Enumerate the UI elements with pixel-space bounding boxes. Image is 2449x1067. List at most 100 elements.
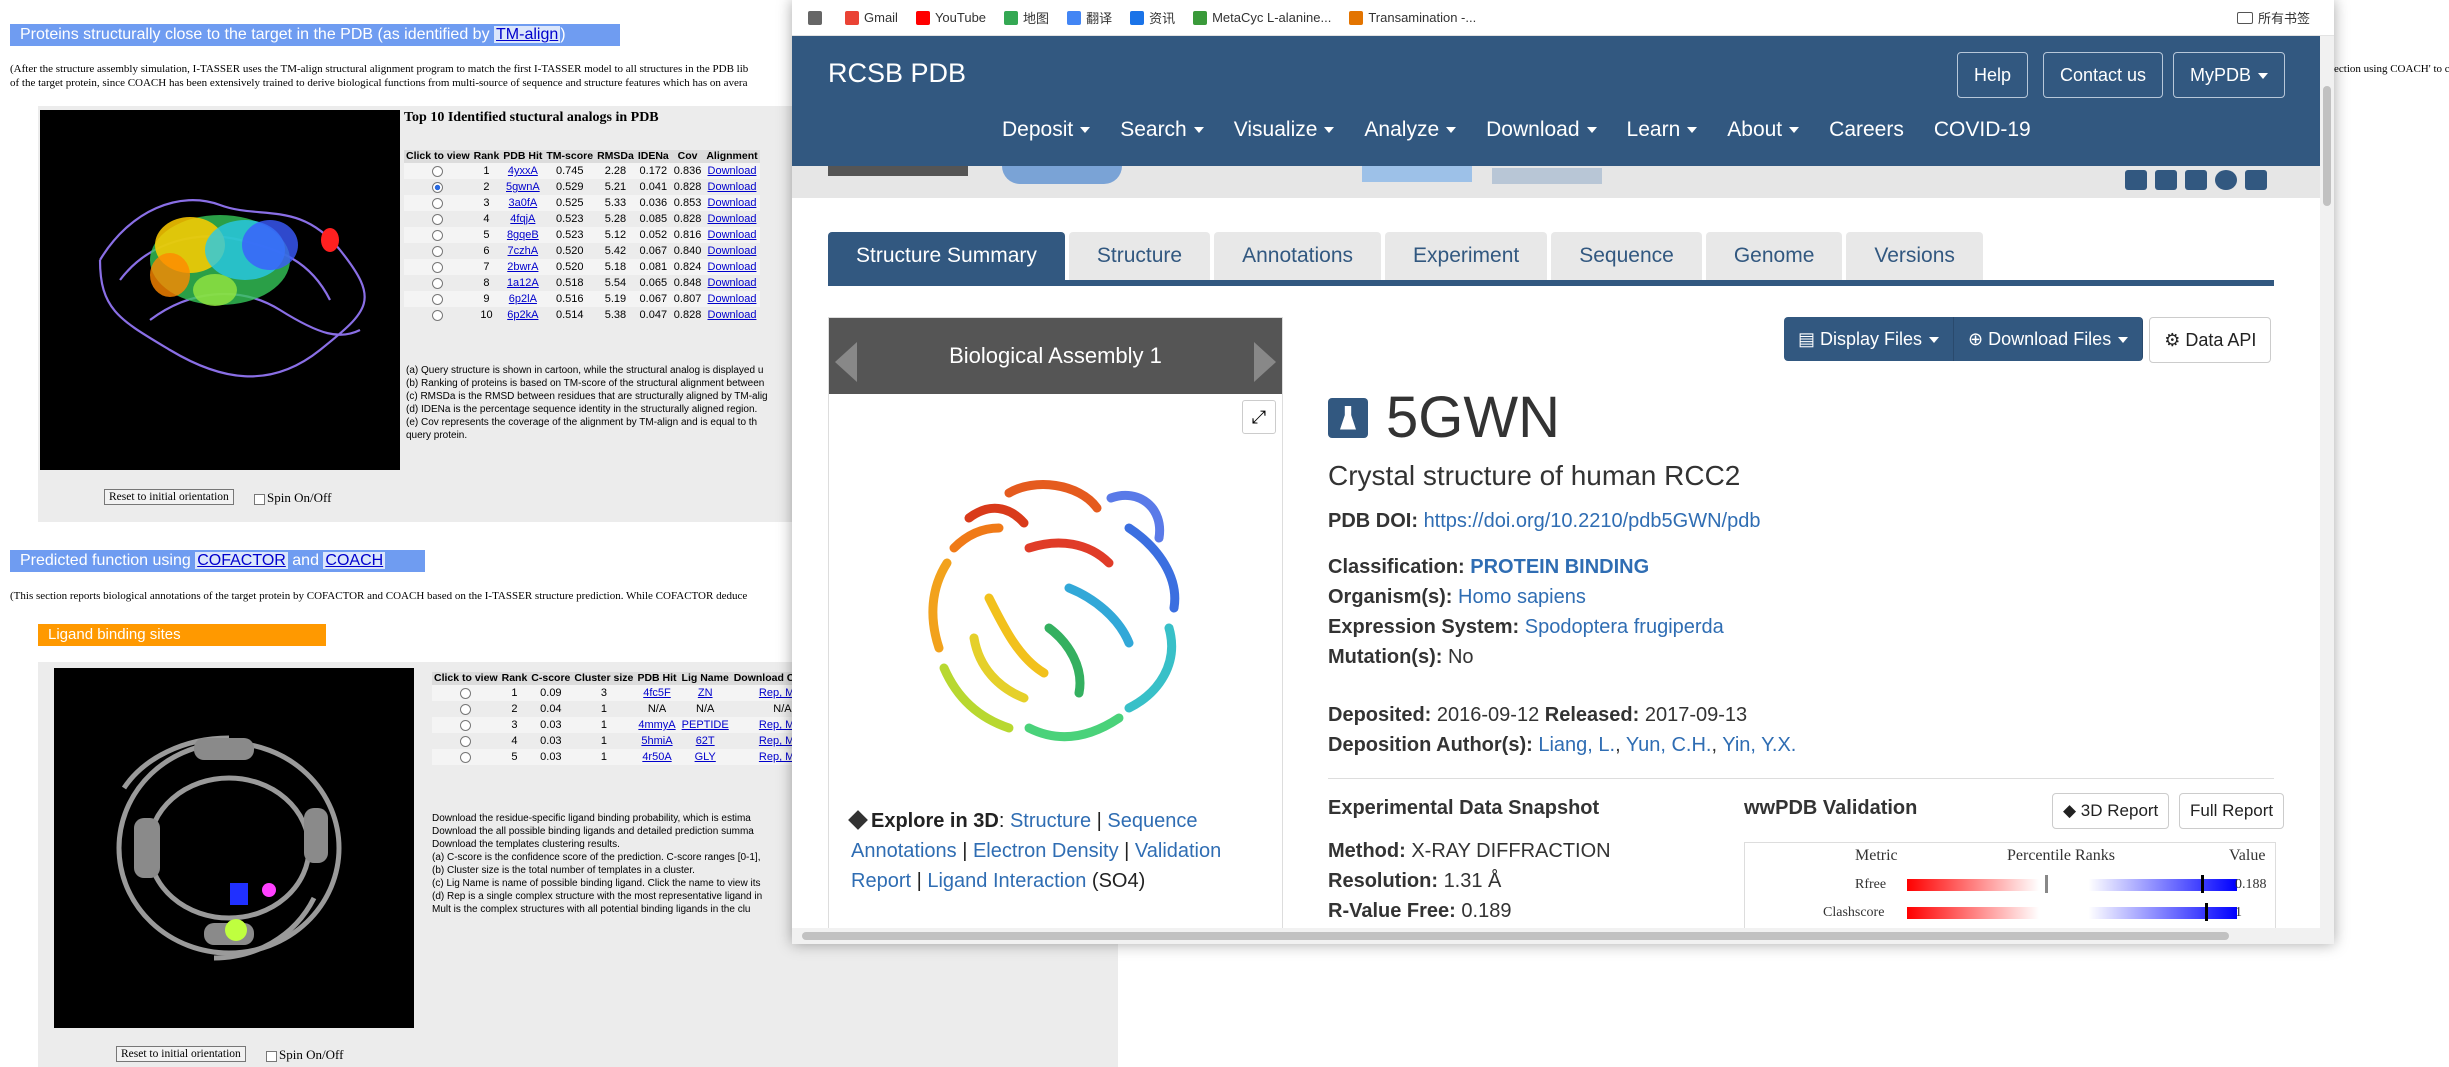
view-radio-cell[interactable] [404, 275, 472, 291]
view-radio[interactable] [432, 197, 444, 209]
bookmark-apps[interactable] [808, 10, 827, 25]
pdb-hit-link[interactable]: 4fqjA [510, 213, 535, 225]
alignment-download-link[interactable]: Download [708, 181, 757, 193]
author-link[interactable]: Liang, L. [1538, 734, 1615, 756]
alignment-download-link[interactable]: Download [708, 229, 757, 241]
tab-sequence[interactable]: Sequence [1551, 232, 1702, 280]
tab-experiment[interactable]: Experiment [1385, 232, 1548, 280]
alignment-download-link[interactable]: Download [708, 261, 757, 273]
view-radio[interactable] [460, 735, 472, 747]
mypdb-button[interactable]: MyPDB [2173, 52, 2286, 98]
pdb-hit-link[interactable]: 4r50A [642, 751, 671, 763]
view-radio[interactable] [432, 245, 444, 257]
bookmark-gmail[interactable]: Gmail [845, 10, 898, 25]
bookmark-transamination[interactable]: Transamination -... [1349, 10, 1476, 25]
author-link[interactable]: Yin, Y.X. [1722, 734, 1796, 756]
view-radio-cell[interactable] [432, 685, 500, 701]
help-button[interactable]: Help [1957, 52, 2029, 98]
pdb-hit-link[interactable]: 4mmyA [638, 719, 675, 731]
view-radio[interactable] [432, 261, 444, 273]
view-radio[interactable] [432, 293, 444, 305]
tab-structure-summary[interactable]: Structure Summary [828, 232, 1065, 280]
bookmark-translate[interactable]: 翻译 [1067, 8, 1112, 27]
cofactor-link[interactable]: COFACTOR [195, 552, 288, 569]
view-radio-cell[interactable] [404, 179, 472, 195]
menu-item-download[interactable]: Download [1486, 118, 1597, 142]
github-icon[interactable] [2215, 170, 2237, 190]
pdb-hit-link[interactable]: 6p2kA [507, 309, 538, 321]
author-link[interactable]: Yun, C.H. [1626, 734, 1712, 756]
rcsb-logo[interactable]: RCSB PDB [828, 58, 966, 89]
vertical-scrollbar[interactable] [2320, 36, 2334, 928]
organism-link[interactable]: Homo sapiens [1458, 586, 1586, 608]
linkedin-icon[interactable] [2245, 170, 2267, 190]
view-radio-cell[interactable] [432, 701, 500, 717]
menu-item-careers[interactable]: Careers [1829, 118, 1904, 142]
reset-orientation-button-2[interactable]: Reset to initial orientation [116, 1046, 246, 1062]
ligand-name-link[interactable]: GLY [695, 751, 716, 763]
explore-structure-link[interactable]: Structure [1010, 810, 1091, 832]
twitter-icon[interactable] [2155, 170, 2177, 190]
pdb-hit-link[interactable]: 7czhA [508, 245, 539, 257]
horizontal-scroll-thumb[interactable] [802, 932, 2229, 940]
view-radio[interactable] [432, 229, 444, 241]
download-files-button[interactable]: ⊕ Download Files [1954, 317, 2144, 361]
view-radio-cell[interactable] [432, 749, 500, 765]
coach-link[interactable]: COACH [323, 552, 386, 569]
view-radio-cell[interactable] [404, 163, 472, 179]
menu-item-about[interactable]: About [1727, 118, 1800, 142]
ligand-3d-viewer[interactable] [54, 668, 414, 1028]
spin-toggle-2[interactable]: Spin On/Off [266, 1047, 343, 1063]
pdb-hit-link[interactable]: 8gqeB [507, 229, 539, 241]
vertical-scroll-thumb[interactable] [2323, 86, 2331, 206]
alignment-download-link[interactable]: Download [708, 293, 757, 305]
3d-report-button[interactable]: ◆ 3D Report [2052, 793, 2170, 829]
view-radio-cell[interactable] [404, 307, 472, 323]
menu-item-analyze[interactable]: Analyze [1364, 118, 1457, 142]
reset-orientation-button-1[interactable]: Reset to initial orientation [104, 489, 234, 505]
all-bookmarks-folder[interactable]: 所有书签 [2236, 8, 2310, 27]
pdb-hit-link[interactable]: 1a12A [507, 277, 539, 289]
tab-structure[interactable]: Structure [1068, 232, 1211, 280]
menu-item-deposit[interactable]: Deposit [1002, 118, 1091, 142]
tab-annotations[interactable]: Annotations [1214, 232, 1382, 280]
pdb-hit-link[interactable]: 6p2lA [509, 293, 537, 305]
view-radio[interactable] [460, 751, 472, 763]
classification-link[interactable]: PROTEIN BINDING [1470, 556, 1649, 578]
pdb-hit-link[interactable]: 3a0fA [508, 197, 537, 209]
view-radio[interactable] [432, 165, 444, 177]
analog-3d-viewer[interactable] [40, 110, 400, 470]
view-radio[interactable] [432, 309, 444, 321]
view-radio-cell[interactable] [404, 211, 472, 227]
expression-system-link[interactable]: Spodoptera frugiperda [1525, 616, 1724, 638]
youtube-social-icon[interactable] [2185, 170, 2207, 190]
view-radio-cell[interactable] [432, 733, 500, 749]
pdb-hit-link[interactable]: 5gwnA [506, 181, 540, 193]
bookmark-maps[interactable]: 地图 [1004, 8, 1049, 27]
alignment-download-link[interactable]: Download [708, 165, 757, 177]
menu-item-search[interactable]: Search [1120, 118, 1204, 142]
pdb-hit-link[interactable]: 2bwrA [507, 261, 538, 273]
menu-item-learn[interactable]: Learn [1627, 118, 1698, 142]
pdb-hit-link[interactable]: 4fc5F [643, 687, 671, 699]
menu-item-visualize[interactable]: Visualize [1234, 118, 1335, 142]
explore-ligand-interaction-link[interactable]: Ligand Interaction [927, 870, 1086, 892]
view-radio-cell[interactable] [404, 259, 472, 275]
data-api-button[interactable]: ⚙ Data API [2149, 317, 2272, 363]
view-radio[interactable] [432, 181, 444, 193]
assembly-structure-image[interactable] [829, 428, 1282, 788]
view-radio-cell[interactable] [432, 717, 500, 733]
next-arrow-icon[interactable] [1254, 342, 1276, 382]
alignment-download-link[interactable]: Download [708, 309, 757, 321]
view-radio-cell[interactable] [404, 195, 472, 211]
view-radio[interactable] [432, 277, 444, 289]
horizontal-scrollbar[interactable] [792, 928, 2334, 944]
contact-us-button[interactable]: Contact us [2043, 52, 2164, 98]
spin-toggle-1[interactable]: Spin On/Off [254, 490, 331, 506]
view-radio[interactable] [460, 719, 472, 731]
pdb-hit-link[interactable]: 5hmiA [641, 735, 672, 747]
tab-genome[interactable]: Genome [1705, 232, 1843, 280]
alignment-download-link[interactable]: Download [708, 213, 757, 225]
full-report-button[interactable]: Full Report [2179, 793, 2285, 829]
doi-link[interactable]: https://doi.org/10.2210/pdb5GWN/pdb [1424, 510, 1761, 532]
